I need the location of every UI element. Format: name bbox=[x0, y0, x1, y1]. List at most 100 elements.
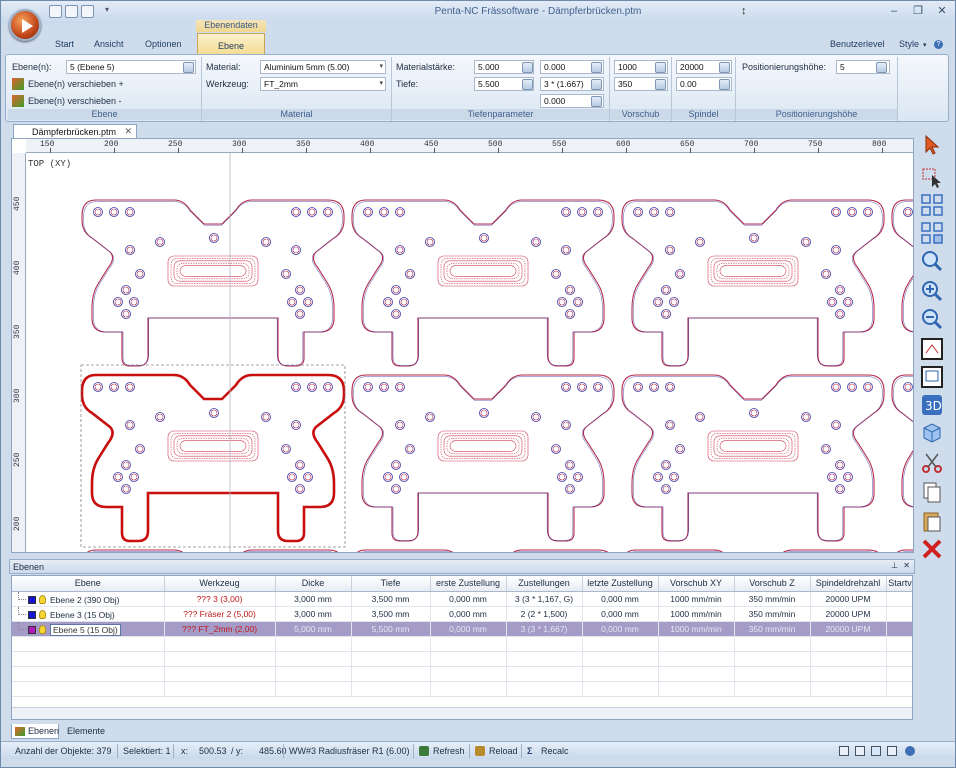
table-row[interactable]: Ebene 3 (15 Obj) ??? Fräser 2 (5,00) 3,000… bbox=[12, 606, 912, 622]
cell-vxy[interactable]: 1000 mm/min bbox=[658, 591, 735, 607]
hole-inner[interactable] bbox=[822, 270, 830, 278]
cell-zust[interactable]: 3 (3 * 1,667) bbox=[506, 621, 583, 637]
hole-inner[interactable] bbox=[292, 383, 300, 391]
hole-inner[interactable] bbox=[566, 310, 574, 318]
part-outline[interactable] bbox=[891, 374, 914, 541]
spindle-speed-spin[interactable] bbox=[719, 62, 730, 73]
tab-ebene[interactable]: Ebene bbox=[197, 33, 265, 55]
hole-inner[interactable] bbox=[114, 298, 122, 306]
part-inner-outline[interactable] bbox=[354, 551, 613, 553]
hole-inner[interactable] bbox=[662, 310, 670, 318]
part-inner-outline[interactable] bbox=[893, 376, 915, 540]
hole-inner[interactable] bbox=[832, 383, 840, 391]
material-select[interactable]: Aluminium 5mm (5.00) ▾ bbox=[260, 60, 386, 74]
paste-icon[interactable] bbox=[920, 509, 944, 533]
style-dropdown-icon[interactable]: ▾ bbox=[923, 41, 927, 49]
cell-startv[interactable] bbox=[886, 591, 912, 607]
hole-inner[interactable] bbox=[848, 383, 856, 391]
tab-elemente[interactable]: Elemente bbox=[63, 724, 109, 739]
cell-startv[interactable] bbox=[886, 621, 912, 637]
help-icon[interactable]: ? bbox=[934, 40, 943, 49]
column-header[interactable]: Ebene bbox=[12, 576, 165, 592]
pocket-pass[interactable] bbox=[170, 258, 256, 284]
hole-inner[interactable] bbox=[156, 238, 164, 246]
hole-inner[interactable] bbox=[562, 246, 570, 254]
recalc-button[interactable]: Recalc bbox=[541, 746, 569, 756]
part-inner-outline[interactable] bbox=[624, 551, 883, 553]
hole-inner[interactable] bbox=[666, 421, 674, 429]
hole-inner[interactable] bbox=[574, 298, 582, 306]
hole-inner[interactable] bbox=[480, 234, 488, 242]
hole-inner[interactable] bbox=[292, 208, 300, 216]
user-level-menu[interactable]: Benutzerlevel bbox=[830, 39, 885, 49]
part-9[interactable] bbox=[352, 549, 614, 553]
visibility-bulb-icon[interactable] bbox=[39, 595, 46, 604]
layer-name-cell[interactable]: Ebene 2 (390 Obj) bbox=[12, 591, 165, 607]
hole-inner[interactable] bbox=[126, 246, 134, 254]
column-header[interactable]: erste Zustellung bbox=[430, 576, 507, 592]
tool-select[interactable]: FT_2mm ▾ bbox=[260, 77, 386, 91]
hole-inner[interactable] bbox=[574, 473, 582, 481]
pocket-pass[interactable] bbox=[713, 435, 793, 457]
tab-start[interactable]: Start bbox=[55, 39, 74, 49]
hole-inner[interactable] bbox=[594, 383, 602, 391]
cell-spindel[interactable]: 20000 UPM bbox=[810, 606, 887, 622]
tab-ebenen[interactable]: Ebenen bbox=[11, 724, 59, 739]
cube-view-icon[interactable] bbox=[920, 421, 944, 445]
refresh-icon[interactable] bbox=[419, 746, 429, 756]
horizontal-scrollbar[interactable] bbox=[12, 707, 912, 719]
application-menu-button[interactable] bbox=[9, 9, 41, 41]
visibility-bulb-icon[interactable] bbox=[39, 625, 46, 634]
hole-inner[interactable] bbox=[396, 383, 404, 391]
hole-inner[interactable] bbox=[262, 238, 270, 246]
hole-inner[interactable] bbox=[296, 485, 304, 493]
cell-vxy[interactable]: 1000 mm/min bbox=[658, 621, 735, 637]
hole-inner[interactable] bbox=[400, 298, 408, 306]
hole-inner[interactable] bbox=[654, 473, 662, 481]
depth-spin[interactable] bbox=[522, 79, 533, 90]
hole-inner[interactable] bbox=[396, 421, 404, 429]
hole-inner[interactable] bbox=[750, 234, 758, 242]
hole-inner[interactable] bbox=[666, 246, 674, 254]
copy-document-icon[interactable] bbox=[920, 481, 944, 505]
hole-inner[interactable] bbox=[676, 270, 684, 278]
maximize-button[interactable]: ❐ bbox=[911, 4, 925, 18]
hole-inner[interactable] bbox=[552, 445, 560, 453]
hole-inner[interactable] bbox=[578, 383, 586, 391]
pocket-pass[interactable] bbox=[710, 258, 796, 284]
part-0[interactable] bbox=[81, 199, 345, 367]
cell-vz[interactable]: 350 mm/min bbox=[734, 621, 811, 637]
hole-inner[interactable] bbox=[282, 270, 290, 278]
hole-inner[interactable] bbox=[210, 409, 218, 417]
hole-inner[interactable] bbox=[296, 310, 304, 318]
part-1[interactable] bbox=[351, 199, 615, 367]
pocket-pass[interactable] bbox=[440, 258, 526, 284]
cad-canvas[interactable]: 150 200 250 300 350 400 450 500 550 600 650 700 750 8… bbox=[11, 138, 914, 553]
column-header[interactable]: Vorschub XY bbox=[658, 576, 735, 592]
hole-inner[interactable] bbox=[634, 383, 642, 391]
part-outline[interactable] bbox=[621, 199, 885, 367]
zoom-in-icon[interactable] bbox=[920, 279, 944, 303]
hole-inner[interactable] bbox=[836, 461, 844, 469]
close-button[interactable]: ✕ bbox=[935, 4, 949, 18]
delete-icon[interactable] bbox=[920, 537, 944, 561]
hole-inner[interactable] bbox=[136, 270, 144, 278]
hole-inner[interactable] bbox=[288, 298, 296, 306]
hole-inner[interactable] bbox=[828, 473, 836, 481]
hole-inner[interactable] bbox=[380, 383, 388, 391]
part-outline[interactable] bbox=[80, 373, 346, 543]
cell-letzte[interactable]: 0,000 mm bbox=[582, 621, 659, 637]
hole-inner[interactable] bbox=[832, 421, 840, 429]
cell-erste[interactable]: 0,000 mm bbox=[430, 606, 507, 622]
hole-inner[interactable] bbox=[848, 208, 856, 216]
hole-inner[interactable] bbox=[122, 286, 130, 294]
hole-inner[interactable] bbox=[566, 286, 574, 294]
hole-inner[interactable] bbox=[384, 473, 392, 481]
pin-icon[interactable]: ⊥ bbox=[891, 561, 898, 570]
pocket-pass[interactable] bbox=[179, 265, 247, 277]
hole-inner[interactable] bbox=[308, 208, 316, 216]
grid-select-icon[interactable] bbox=[920, 221, 944, 245]
cut-icon[interactable] bbox=[920, 451, 944, 475]
part-outline[interactable] bbox=[351, 199, 615, 367]
hole-inner[interactable] bbox=[400, 473, 408, 481]
